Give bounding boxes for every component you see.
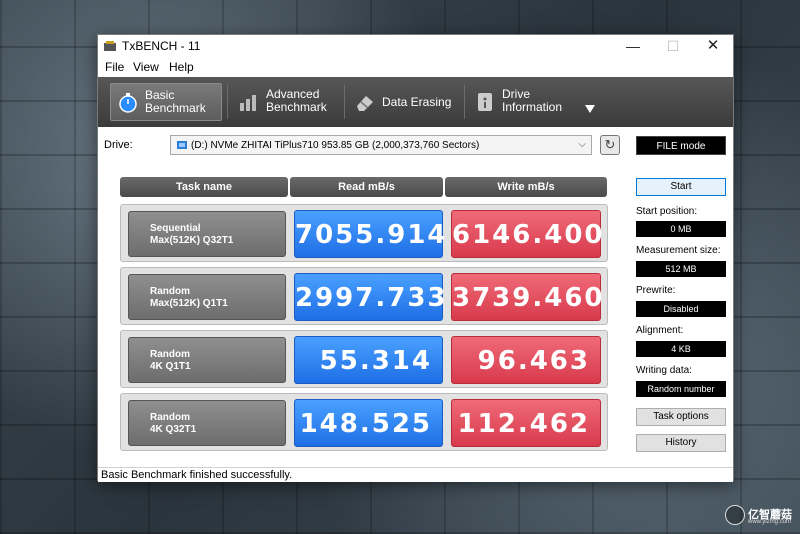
table-row: Random 4K Q32T1 148.525 112.462 <box>120 393 608 451</box>
drive-select-value: (D:) NVMe ZHITAI TiPlus710 953.85 GB (2,… <box>191 140 480 151</box>
toolbar-separator <box>344 85 345 119</box>
header-task-name: Task name <box>120 177 288 197</box>
start-position-label: Start position: <box>636 206 698 217</box>
toolbar-separator <box>227 85 228 119</box>
prewrite-label: Prewrite: <box>636 285 676 296</box>
title-bar[interactable]: TxBENCH - 11 — ☐ ✕ <box>98 35 733 57</box>
read-value: 2997.733 <box>294 273 446 321</box>
refresh-button[interactable]: ↻ <box>600 135 620 155</box>
drive-select[interactable]: (D:) NVMe ZHITAI TiPlus710 953.85 GB (2,… <box>170 135 592 155</box>
tab-drive-information[interactable]: Drive Information <box>468 83 578 121</box>
app-icon <box>104 41 116 51</box>
tab-label: Data Erasing <box>382 95 452 109</box>
header-write: Write mB/s <box>445 177 607 197</box>
tab-label: Drive Information <box>502 87 563 114</box>
read-value: 148.525 <box>294 399 443 447</box>
task-name-line1: Random <box>150 349 190 360</box>
maximize-button[interactable]: ☐ <box>656 35 690 57</box>
write-value: 6146.400 <box>451 210 603 258</box>
refresh-icon: ↻ <box>604 137 616 152</box>
write-value: 96.463 <box>451 336 601 384</box>
task-button-rnd-512k-q1t1[interactable]: Random Max(512K) Q1T1 <box>128 274 286 320</box>
stopwatch-icon <box>119 93 137 113</box>
task-name-line1: Random <box>150 286 190 297</box>
benchmark-panel: Drive: (D:) NVMe ZHITAI TiPlus710 953.85… <box>98 127 733 467</box>
more-tabs-arrow[interactable] <box>585 105 595 113</box>
task-name-line2: 4K Q1T1 <box>150 361 191 372</box>
toolbar-separator <box>464 85 465 119</box>
task-options-button[interactable]: Task options <box>636 408 726 426</box>
tab-data-erasing[interactable]: Data Erasing <box>348 83 460 121</box>
window-title: TxBENCH - 11 <box>122 39 201 53</box>
watermark-url: www.yizmg.com <box>748 519 792 525</box>
task-name-line2: Max(512K) Q1T1 <box>150 298 228 309</box>
read-value: 55.314 <box>294 336 443 384</box>
menu-file[interactable]: File <box>105 60 124 74</box>
task-button-seq-q32t1[interactable]: Sequential Max(512K) Q32T1 <box>128 211 286 257</box>
start-position-value[interactable]: 0 MB <box>636 221 726 237</box>
task-button-rnd-4k-q32t1[interactable]: Random 4K Q32T1 <box>128 400 286 446</box>
read-value: 7055.914 <box>294 210 446 258</box>
results-table: Task name Read mB/s Write mB/s Sequentia… <box>120 177 608 453</box>
table-row: Random Max(512K) Q1T1 2997.733 3739.460 <box>120 267 608 325</box>
minimize-button[interactable]: — <box>616 35 650 57</box>
task-name-line1: Random <box>150 412 190 423</box>
measurement-size-label: Measurement size: <box>636 245 721 256</box>
header-read: Read mB/s <box>290 177 443 197</box>
menu-view[interactable]: View <box>133 60 159 74</box>
history-button[interactable]: History <box>636 434 726 452</box>
measurement-size-value[interactable]: 512 MB <box>636 261 726 277</box>
watermark-logo-icon <box>725 505 745 525</box>
alignment-value[interactable]: 4 KB <box>636 341 726 357</box>
task-name-line2: Max(512K) Q32T1 <box>150 235 234 246</box>
task-name-line1: Sequential <box>150 223 201 234</box>
task-name-line2: 4K Q32T1 <box>150 424 197 435</box>
drive-info-icon <box>478 93 492 111</box>
table-row: Random 4K Q1T1 55.314 96.463 <box>120 330 608 388</box>
file-mode-button[interactable]: FILE mode <box>636 136 726 155</box>
tab-label: Basic Benchmark <box>145 88 206 115</box>
writing-data-value[interactable]: Random number <box>636 381 726 397</box>
drive-label: Drive: <box>104 139 133 151</box>
toolbar: Basic Benchmark Advanced Benchmark Data … <box>98 77 733 127</box>
menu-help[interactable]: Help <box>169 60 194 74</box>
chevron-down-icon: ⌵ <box>578 139 586 150</box>
tab-label: Advanced Benchmark <box>266 87 327 114</box>
bar-chart-icon <box>240 95 256 111</box>
status-bar: Basic Benchmark finished successfully. <box>98 467 733 482</box>
menu-bar: File View Help <box>98 57 733 77</box>
eraser-icon <box>357 96 373 111</box>
start-button[interactable]: Start <box>636 178 726 196</box>
alignment-label: Alignment: <box>636 325 684 336</box>
table-row: Sequential Max(512K) Q32T1 7055.914 6146… <box>120 204 608 262</box>
close-button[interactable]: ✕ <box>696 35 730 57</box>
prewrite-value[interactable]: Disabled <box>636 301 726 317</box>
task-button-rnd-4k-q1t1[interactable]: Random 4K Q1T1 <box>128 337 286 383</box>
write-value: 112.462 <box>451 399 601 447</box>
tab-advanced-benchmark[interactable]: Advanced Benchmark <box>232 83 342 121</box>
tab-basic-benchmark[interactable]: Basic Benchmark <box>110 83 222 121</box>
write-value: 3739.460 <box>451 273 603 321</box>
app-window: TxBENCH - 11 — ☐ ✕ File View Help Basic … <box>97 34 734 482</box>
writing-data-label: Writing data: <box>636 365 692 376</box>
drive-icon <box>177 141 187 149</box>
